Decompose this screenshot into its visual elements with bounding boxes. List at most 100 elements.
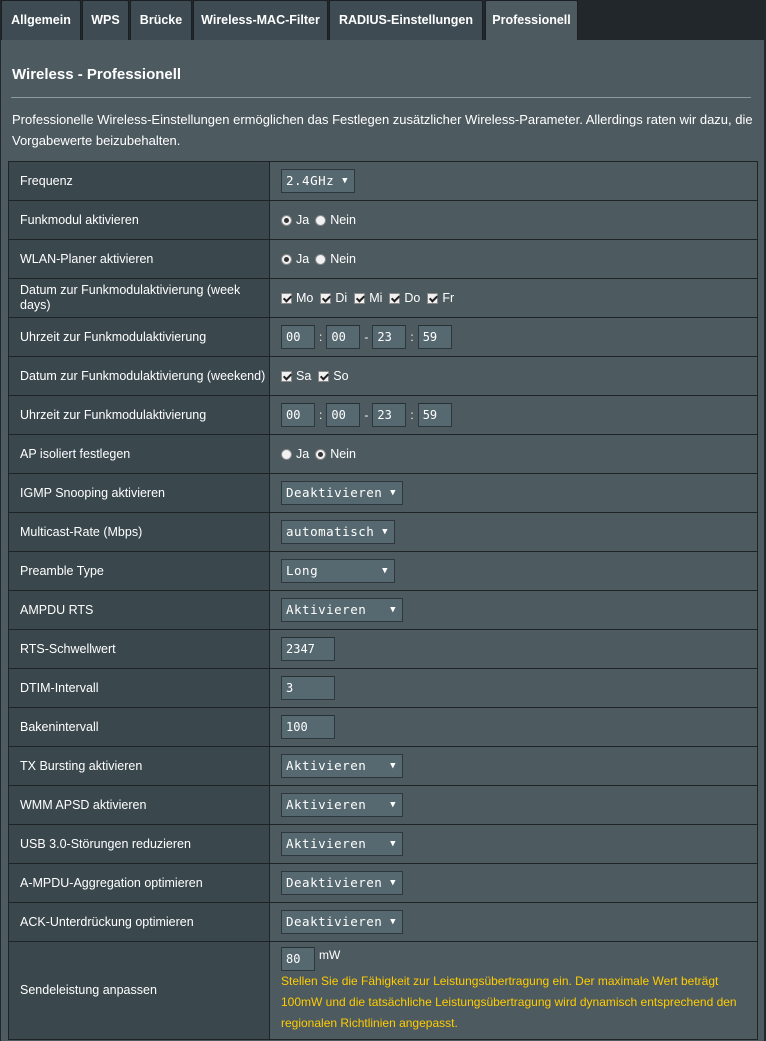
usb3-label: USB 3.0-Störungen reduzieren	[8, 825, 270, 863]
radio-enable-yes-label: Ja	[296, 213, 310, 227]
weekday-start-minute-input[interactable]: 00	[326, 325, 361, 349]
usb3-value: Aktivieren	[286, 836, 367, 851]
row-weekday-time: Uhrzeit zur Funkmodulaktivierung 00 : 00…	[8, 318, 758, 357]
ap-isolated-yes-radio[interactable]	[281, 448, 292, 460]
radio-enable-no-radio[interactable]	[315, 214, 327, 226]
igmp-value: Deaktivieren	[286, 485, 383, 500]
time-dash: -	[364, 330, 369, 344]
dtim-label: DTIM-Intervall	[8, 669, 270, 707]
frequency-value: 2.4GHz	[286, 173, 335, 188]
day-sa-checkbox[interactable]	[281, 370, 292, 382]
preamble-value: Long	[286, 563, 319, 578]
page-title: Wireless - Professionell	[12, 66, 182, 83]
frequency-select[interactable]: 2.4GHz ▼	[281, 169, 355, 193]
day-mo-checkbox[interactable]	[281, 292, 292, 304]
usb3-select[interactable]: Aktivieren ▼	[281, 832, 403, 856]
row-weekend: Datum zur Funkmodulaktivierung (weekend)…	[8, 357, 758, 396]
chevron-down-icon: ▼	[382, 566, 388, 576]
igmp-select[interactable]: Deaktivieren ▼	[281, 481, 403, 505]
tab-wps[interactable]: WPS	[82, 0, 129, 40]
weekend-end-minute-input[interactable]: 59	[417, 403, 452, 427]
multicast-select[interactable]: automatisch ▼	[281, 520, 395, 544]
ack-suppression-select[interactable]: Deaktivieren ▼	[281, 910, 403, 934]
time-colon: :	[319, 408, 323, 422]
chevron-down-icon: ▼	[382, 527, 388, 537]
page-description: Professionelle Wireless-Einstellungen er…	[12, 112, 753, 148]
frequency-label: Frequenz	[8, 162, 270, 200]
day-do-label: Do	[404, 291, 421, 305]
day-mi-checkbox[interactable]	[354, 292, 366, 304]
chevron-down-icon: ▼	[390, 605, 396, 615]
scheduler-no-label: Nein	[330, 252, 356, 266]
row-ampdu-rts: AMPDU RTS Aktivieren ▼	[8, 591, 758, 630]
tab-bar: Allgemein WPS Brücke Wireless-MAC-Filter…	[0, 0, 766, 40]
row-frequency: Frequenz 2.4GHz ▼	[8, 162, 758, 201]
row-ap-isolated: AP isoliert festlegen Ja Nein	[8, 435, 758, 474]
row-scheduler: WLAN-Planer aktivieren Ja Nein	[8, 240, 758, 279]
tx-bursting-select[interactable]: Aktivieren ▼	[281, 754, 403, 778]
ampdu-aggregation-select[interactable]: Deaktivieren ▼	[281, 871, 403, 895]
day-so-label: So	[333, 369, 349, 383]
tab-radius-einstellungen[interactable]: RADIUS-Einstellungen	[329, 0, 483, 40]
row-wmm-apsd: WMM APSD aktivieren Aktivieren ▼	[8, 786, 758, 825]
ampdu-aggregation-label: A-MPDU-Aggregation optimieren	[8, 864, 270, 902]
chevron-down-icon: ▼	[390, 761, 396, 771]
weekend-end-hour-input[interactable]: 23	[372, 403, 407, 427]
tab-bruecke[interactable]: Brücke	[130, 0, 192, 40]
multicast-value: automatisch	[286, 524, 375, 539]
day-do-checkbox[interactable]	[389, 292, 401, 304]
row-usb3: USB 3.0-Störungen reduzieren Aktivieren …	[8, 825, 758, 864]
wmm-apsd-select[interactable]: Aktivieren ▼	[281, 793, 403, 817]
row-tx-bursting: TX Bursting aktivieren Aktivieren ▼	[8, 747, 758, 786]
ap-isolated-yes-label: Ja	[296, 447, 310, 461]
tx-power-label: Sendeleistung anpassen	[8, 942, 270, 1039]
day-sa-label: Sa	[296, 369, 312, 383]
ap-isolated-no-radio[interactable]	[315, 448, 327, 460]
ap-isolated-no-label: Nein	[330, 447, 356, 461]
beacon-label: Bakenintervall	[8, 708, 270, 746]
dtim-input[interactable]: 3	[281, 676, 335, 700]
scheduler-no-radio[interactable]	[315, 253, 327, 265]
weekday-end-minute-input[interactable]: 59	[417, 325, 452, 349]
weekday-start-hour-input[interactable]: 00	[281, 325, 315, 349]
row-radio-enable: Funkmodul aktivieren Ja Nein	[8, 201, 758, 240]
tab-professionell[interactable]: Professionell	[485, 0, 578, 40]
radio-enable-label: Funkmodul aktivieren	[8, 201, 270, 239]
radio-enable-yes-radio[interactable]	[281, 214, 292, 226]
time-dash: -	[364, 408, 369, 422]
tab-allgemein[interactable]: Allgemein	[1, 0, 81, 40]
tx-bursting-value: Aktivieren	[286, 758, 367, 773]
ampdu-rts-select[interactable]: Aktivieren ▼	[281, 598, 403, 622]
radio-enable-no-label: Nein	[330, 213, 356, 227]
day-fr-checkbox[interactable]	[427, 292, 439, 304]
tx-power-note: Stellen Sie die Fähigkeit zur Leistungsü…	[281, 974, 737, 1030]
row-weekdays: Datum zur Funkmodulaktivierung (week day…	[8, 279, 758, 318]
day-fr-label: Fr	[442, 291, 455, 305]
chevron-down-icon: ▼	[390, 839, 396, 849]
tx-power-input[interactable]: 80	[281, 947, 315, 971]
row-dtim: DTIM-Intervall 3	[8, 669, 758, 708]
igmp-label: IGMP Snooping aktivieren	[8, 474, 270, 512]
scheduler-label: WLAN-Planer aktivieren	[8, 240, 270, 278]
scheduler-yes-radio[interactable]	[281, 253, 292, 265]
row-preamble: Preamble Type Long ▼	[8, 552, 758, 591]
time-colon: :	[410, 408, 414, 422]
weekday-time-label: Uhrzeit zur Funkmodulaktivierung	[8, 318, 270, 356]
rts-threshold-input[interactable]: 2347	[281, 637, 335, 661]
ack-suppression-label: ACK-Unterdrückung optimieren	[8, 903, 270, 941]
ap-isolated-label: AP isoliert festlegen	[8, 435, 270, 473]
preamble-select[interactable]: Long ▼	[281, 559, 395, 583]
weekday-end-hour-input[interactable]: 23	[372, 325, 407, 349]
tab-wireless-mac-filter[interactable]: Wireless-MAC-Filter	[193, 0, 328, 40]
day-mo-label: Mo	[296, 291, 314, 305]
weekend-start-minute-input[interactable]: 00	[326, 403, 361, 427]
rts-threshold-label: RTS-Schwellwert	[8, 630, 270, 668]
weekend-start-hour-input[interactable]: 00	[281, 403, 315, 427]
day-so-checkbox[interactable]	[318, 370, 330, 382]
day-di-checkbox[interactable]	[320, 292, 332, 304]
wmm-apsd-value: Aktivieren	[286, 797, 367, 812]
wmm-apsd-label: WMM APSD aktivieren	[8, 786, 270, 824]
row-ack-suppression: ACK-Unterdrückung optimieren Deaktiviere…	[8, 903, 758, 942]
preamble-label: Preamble Type	[8, 552, 270, 590]
beacon-input[interactable]: 100	[281, 715, 335, 739]
